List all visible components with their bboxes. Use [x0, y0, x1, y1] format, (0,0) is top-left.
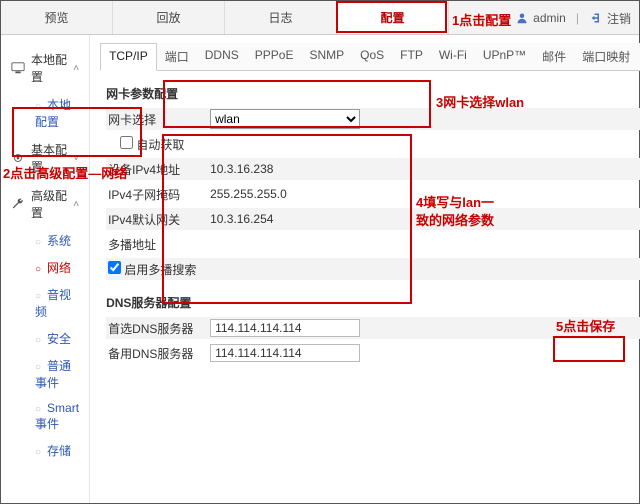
subtab-wifi[interactable]: Wi-Fi — [431, 43, 475, 70]
row-multicast: 多播地址 — [106, 233, 640, 255]
subtab-mail[interactable]: 邮件 — [534, 43, 574, 70]
top-nav: 预览 回放 日志 配置 admin | 注销 — [1, 1, 639, 35]
chevron-down-icon: ˅ — [73, 153, 79, 164]
subtabs: TCP/IP 端口 DDNS PPPoE SNMP QoS FTP Wi-Fi … — [100, 43, 640, 71]
auto-obtain-text: 自动获取 — [136, 138, 184, 152]
subtab-snmp[interactable]: SNMP — [301, 43, 352, 70]
tcpip-panel: 网卡参数配置 网卡选择 wlan 自动获取 — [100, 71, 640, 408]
ann-text-1: 1点击配置 — [452, 10, 511, 29]
nic-select[interactable]: wlan — [210, 109, 360, 129]
subtab-ddns[interactable]: DDNS — [197, 43, 247, 70]
row-auto-obtain: 自动获取 — [106, 133, 640, 155]
row-ipv4-mask: IPv4子网掩码 255.255.255.0 — [106, 183, 640, 205]
auto-obtain-checkbox[interactable] — [120, 136, 133, 149]
topnav-tab-config[interactable]: 配置 — [337, 1, 449, 34]
sidebar-group-adv[interactable]: 高级配置 ˄ — [1, 181, 89, 227]
chevron-up-icon: ˄ — [73, 63, 79, 74]
sidebar-item-smart-event[interactable]: Smart事件 — [1, 396, 89, 437]
sidebar-item-network[interactable]: 网络 — [1, 254, 89, 281]
ann-text-3: 3网卡选择wlan — [436, 92, 524, 111]
chevron-up-icon: ˄ — [73, 199, 79, 210]
logout-link[interactable]: 注销 — [607, 10, 631, 27]
subtab-portmap[interactable]: 端口映射 — [574, 43, 638, 70]
wrench-icon — [11, 197, 25, 211]
dns1-input[interactable] — [210, 319, 360, 337]
logout-icon — [589, 11, 603, 25]
sidebar-item-normal-event[interactable]: 普通事件 — [1, 352, 89, 396]
topnav-tab-preview[interactable]: 预览 — [1, 1, 113, 34]
user-name: admin — [533, 11, 566, 25]
section-dns-title: DNS服务器配置 — [106, 294, 640, 311]
row-dns2: 备用DNS服务器 — [106, 342, 640, 364]
sidebar-item-storage[interactable]: 存储 — [1, 437, 89, 464]
topnav-tab-replay[interactable]: 回放 — [113, 1, 225, 34]
multicast-label: 多播地址 — [106, 236, 202, 253]
ipv4-mask-label: IPv4子网掩码 — [106, 186, 202, 203]
ipv4-gw-label: IPv4默认网关 — [106, 211, 202, 228]
row-multi-search: 启用多播搜索 — [106, 258, 640, 280]
multi-search-text: 启用多播搜索 — [124, 263, 196, 277]
ann-text-4b: 致的网络参数 — [416, 210, 494, 229]
sidebar-item-security[interactable]: 安全 — [1, 325, 89, 352]
topnav-tab-log[interactable]: 日志 — [225, 1, 337, 34]
sidebar-group-local[interactable]: 本地配置 ˄ — [1, 45, 89, 91]
user-area: admin | 注销 — [515, 1, 631, 35]
row-nic-select: 网卡选择 wlan — [106, 108, 640, 130]
subtab-pppoe[interactable]: PPPoE — [247, 43, 302, 70]
subtab-port[interactable]: 端口 — [157, 43, 197, 70]
row-ipv4-gw: IPv4默认网关 10.3.16.254 — [106, 208, 640, 230]
content: TCP/IP 端口 DDNS PPPoE SNMP QoS FTP Wi-Fi … — [90, 35, 640, 503]
ann-text-4a: 4填写与lan一 — [416, 192, 494, 211]
sidebar-group-label: 高级配置 — [31, 187, 67, 221]
subtab-tcpip[interactable]: TCP/IP — [100, 43, 157, 71]
ipv4-addr-value: 10.3.16.238 — [202, 162, 640, 176]
user-sep: | — [576, 11, 579, 25]
sidebar-item-av[interactable]: 音视频 — [1, 281, 89, 325]
dns1-label: 首选DNS服务器 — [106, 320, 202, 337]
subtab-upnp[interactable]: UPnP™ — [475, 43, 534, 70]
nic-select-label: 网卡选择 — [106, 111, 202, 128]
sidebar-item-local-cfg[interactable]: 本地配置 — [1, 91, 89, 135]
monitor-icon — [11, 61, 25, 75]
sidebar-group-label: 本地配置 — [31, 51, 67, 85]
row-ipv4-addr: 设备IPv4地址 10.3.16.238 测试 — [106, 158, 640, 180]
ann-text-2: 2点击高级配置—网络 — [3, 163, 127, 182]
subtab-ftp[interactable]: FTP — [392, 43, 431, 70]
dns2-label: 备用DNS服务器 — [106, 345, 202, 362]
subtab-qos[interactable]: QoS — [352, 43, 392, 70]
section-nic-title: 网卡参数配置 — [106, 85, 640, 102]
ann-text-5: 5点击保存 — [556, 316, 615, 335]
user-icon — [515, 11, 529, 25]
dns2-input[interactable] — [210, 344, 360, 362]
auto-obtain-label[interactable]: 自动获取 — [120, 138, 184, 152]
multi-search-label[interactable]: 启用多播搜索 — [108, 263, 196, 277]
multi-search-checkbox[interactable] — [108, 261, 121, 274]
sidebar-item-system[interactable]: 系统 — [1, 227, 89, 254]
sidebar: 本地配置 ˄ 本地配置 基本配置 ˅ 高级配置 ˄ 系统 网络 音视频 — [1, 35, 90, 503]
